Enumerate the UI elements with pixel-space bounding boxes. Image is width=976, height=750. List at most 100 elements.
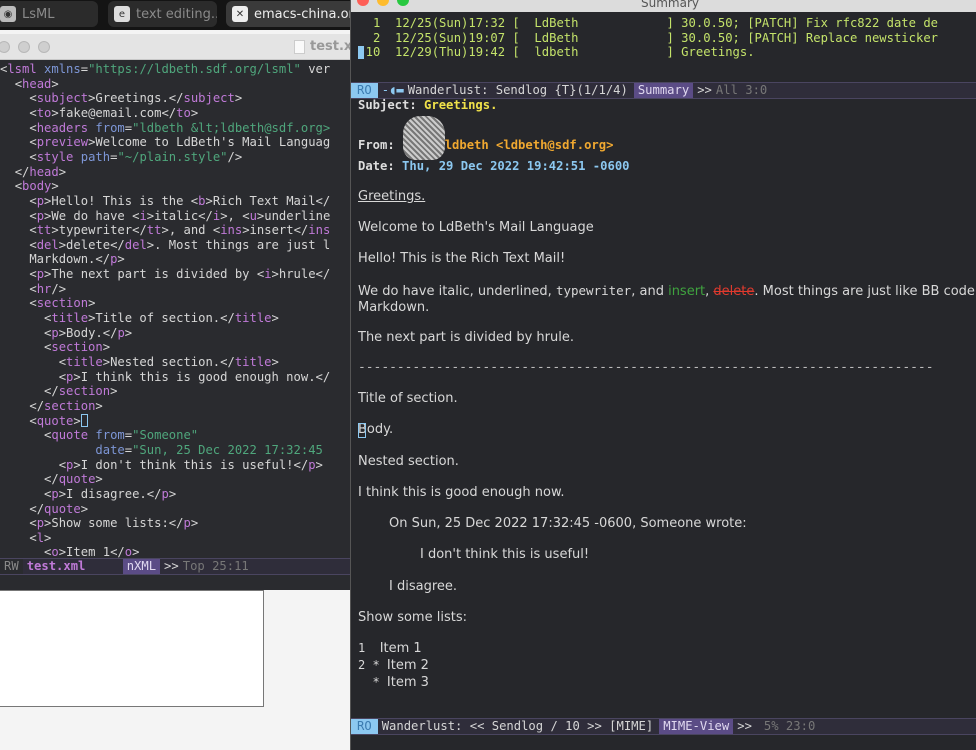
code-line: </section> xyxy=(44,384,118,399)
text: . Most things are just like BB code or xyxy=(754,284,976,299)
message-preview: Welcome to LdBeth's Mail Language xyxy=(358,220,594,235)
subject-value: Greetings. xyxy=(424,98,498,112)
mode-line-separator: >> xyxy=(164,559,179,573)
code-line: <preview>Welcome to LdBeth's Mail Langua… xyxy=(29,135,331,150)
list-item: 2 * Item 2 xyxy=(358,658,429,673)
code-line: </quote> xyxy=(29,501,89,516)
nested-section-title: Nested section. xyxy=(358,454,459,469)
summary-row[interactable]: 10 12/29(Thu)19:42 [ ldbeth ] Greetings. xyxy=(351,45,755,60)
summary-mode-line: RO -◖▬ Wanderlust: Sendlog {T}(1/1/4) Su… xyxy=(351,82,976,99)
list-item: 1 Item 1 xyxy=(358,641,422,656)
browser-tab-bar: ◉ LsML e text editing... ✕ emacs-china.org xyxy=(0,0,356,30)
paragraph-continuation: Markdown. xyxy=(358,300,430,315)
owl-icon: ◉ xyxy=(0,6,16,22)
editor-echo-area xyxy=(0,575,350,590)
code-line: </head> xyxy=(14,164,67,179)
code-line: <p>Hello! This is the <b>Rich Text Mail<… xyxy=(29,193,331,208)
code-line: <title>Nested section.</title> xyxy=(58,355,279,369)
date-value: Thu, 29 Dec 2022 19:42:51 -0600 xyxy=(402,159,630,173)
code-line: Markdown.</p> xyxy=(0,252,125,267)
code-line: date="Sun, 25 Dec 2022 17:32:45 xyxy=(95,442,323,457)
list-marker: 2 * xyxy=(358,657,387,672)
code-line: <tt>typewriter</tt>, and <ins>insert</in… xyxy=(29,223,331,238)
code-line: <p>The next part is divided by <i>hrule<… xyxy=(29,267,331,282)
code-line: <hr/> xyxy=(29,281,67,296)
code-line: <p>I think this is good enough now.</ xyxy=(58,369,331,384)
close-button[interactable] xyxy=(0,41,10,53)
minimize-button[interactable] xyxy=(377,0,389,6)
code-line: <p>Show some lists:</p> xyxy=(29,516,199,531)
code-line: </quote> xyxy=(44,472,103,487)
window-title: Summary xyxy=(641,0,699,10)
list-item-text: Item 1 xyxy=(379,641,422,656)
title-bar: test.xml xyxy=(0,34,370,60)
browser-tab-emacs-china[interactable]: ✕ emacs-china.org xyxy=(226,1,356,27)
browser-tab-lsml[interactable]: ◉ LsML xyxy=(0,1,98,27)
mode-line-separator: >> xyxy=(697,83,712,97)
mode-line-separator: >> xyxy=(737,719,752,733)
buffer-name: Wanderlust: Sendlog {T}(1/1/4) xyxy=(407,83,628,97)
minimize-button[interactable] xyxy=(18,41,30,53)
from-value[interactable]: ldbeth <ldbeth@sdf.org> xyxy=(445,138,614,152)
code-line: <quote from="Someone" xyxy=(44,428,199,443)
inserted-text: insert xyxy=(668,284,706,299)
message-title: Greetings. xyxy=(358,189,426,204)
editor-mode-line: RW test.xml nXML >> Top 25:11 xyxy=(0,558,350,575)
buffer-state: RW xyxy=(0,559,23,574)
horizontal-rule: ----------------------------------------… xyxy=(358,360,934,375)
list-item: * Item 3 xyxy=(358,674,429,690)
code-line: <to>fake@email.com</to> xyxy=(29,105,199,120)
subject-header: Subject: Greetings. xyxy=(358,98,497,112)
from-header: From: ldbeth <ldbeth@sdf.org> xyxy=(358,138,613,152)
code-line: <style path="~/plain.style"/> xyxy=(29,149,243,164)
code-line: <headers from="ldbeth &lt;ldbeth@sdf.org… xyxy=(29,120,331,135)
summary-row[interactable]: 2 12/25(Sun)19:07 [ LdBeth ] 30.0.50; [P… xyxy=(351,31,938,46)
cursor-position: All 3:0 xyxy=(715,83,768,97)
code-line: <title>Title of section.</title> xyxy=(44,311,279,326)
document-icon xyxy=(294,39,305,54)
zoom-button[interactable] xyxy=(397,0,409,6)
code-line: <lsml xmlns="https://ldbeth.sdf.org/lsml… xyxy=(0,62,331,76)
buffer-name: test.xml xyxy=(26,559,86,573)
summary-row[interactable]: 1 12/25(Sun)17:32 [ LdBeth ] 30.0.50; [P… xyxy=(351,16,938,31)
background-window xyxy=(0,590,264,707)
code-line: <body> xyxy=(14,179,59,194)
editor-buffer[interactable]: <lsml xmlns="https://ldbeth.sdf.org/lsml… xyxy=(0,61,350,558)
section-title: Title of section. xyxy=(358,391,458,406)
close-icon[interactable]: ✕ xyxy=(232,6,248,22)
code-line: <p>Body.</p> xyxy=(44,325,133,340)
text: , and xyxy=(631,284,669,299)
nested-quote-text: I don't think this is useful! xyxy=(420,547,590,562)
list-item-text: Item 3 xyxy=(386,674,429,690)
major-mode: nXML xyxy=(122,559,161,574)
text: We do have italic, underlined, xyxy=(358,284,556,299)
paragraph: Hello! This is the Rich Text Mail! xyxy=(358,251,566,266)
code-line: <head> xyxy=(14,76,59,91)
mime-view-mode-line: RO Wanderlust: << Sendlog / 10 >> [MIME]… xyxy=(351,718,976,735)
typewriter-text: typewriter xyxy=(555,283,632,298)
browser-tab-text-editing[interactable]: e text editing... xyxy=(108,1,217,27)
code-line: <subject>Greetings.</subject> xyxy=(29,91,243,106)
plug-icon: -◖▬ xyxy=(381,83,404,97)
xml-editor-window: test.xml <lsml xmlns="https://ldbeth.sdf… xyxy=(0,34,370,590)
code-line: <o>Item 1</o> xyxy=(44,545,140,558)
code-line: <p>We do have <i>italic</i>, <u>underlin… xyxy=(29,208,331,223)
code-line: <p>I don't think this is useful!</p> xyxy=(58,457,323,472)
list-item-text: Item 2 xyxy=(386,657,429,673)
deleted-text: delete xyxy=(713,284,755,299)
zoom-button[interactable] xyxy=(38,41,50,53)
title-bar: Summary xyxy=(351,0,976,12)
list-marker: * xyxy=(358,674,387,689)
nested-section-body: I think this is good enough now. xyxy=(358,485,565,500)
text-cursor xyxy=(358,423,366,438)
major-mode: Summary xyxy=(633,83,694,98)
quote-text: I disagree. xyxy=(389,579,458,594)
tab-label: emacs-china.org xyxy=(254,6,356,22)
buffer-state: RO xyxy=(351,83,378,98)
code-line: <section> xyxy=(29,296,96,311)
list-marker: 1 xyxy=(358,641,380,655)
tab-label: LsML xyxy=(22,6,55,22)
date-header: Date: Thu, 29 Dec 2022 19:42:51 -0600 xyxy=(358,159,630,173)
close-button[interactable] xyxy=(357,0,369,6)
from-label: From: xyxy=(358,138,395,152)
